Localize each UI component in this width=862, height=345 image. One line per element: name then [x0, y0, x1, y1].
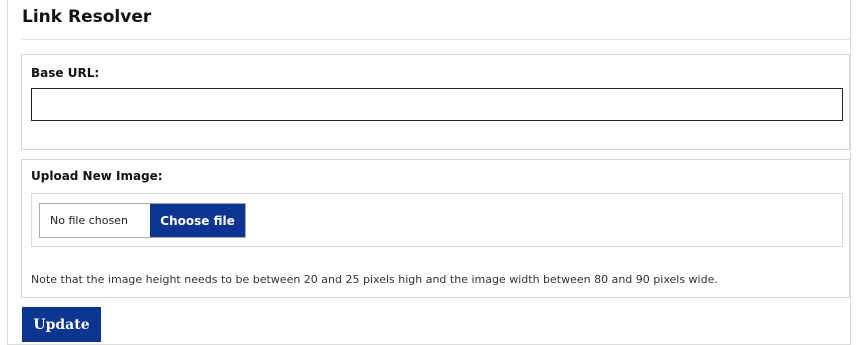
- choose-file-button[interactable]: Choose file: [150, 204, 245, 237]
- base-url-section: Base URL:: [21, 54, 850, 150]
- upload-image-section: Upload New Image: No file chosen Choose …: [21, 159, 850, 298]
- update-button[interactable]: Update: [22, 307, 101, 342]
- image-size-note: Note that the image height needs to be b…: [31, 273, 718, 286]
- base-url-label: Base URL:: [31, 66, 100, 80]
- title-divider: [21, 39, 850, 40]
- file-input[interactable]: No file chosen Choose file: [39, 203, 246, 238]
- page-title: Link Resolver: [22, 7, 152, 27]
- file-status-text: No file chosen: [50, 214, 128, 227]
- upload-image-label: Upload New Image:: [31, 169, 163, 183]
- base-url-input[interactable]: [31, 88, 843, 121]
- file-input-container: No file chosen Choose file: [31, 193, 843, 247]
